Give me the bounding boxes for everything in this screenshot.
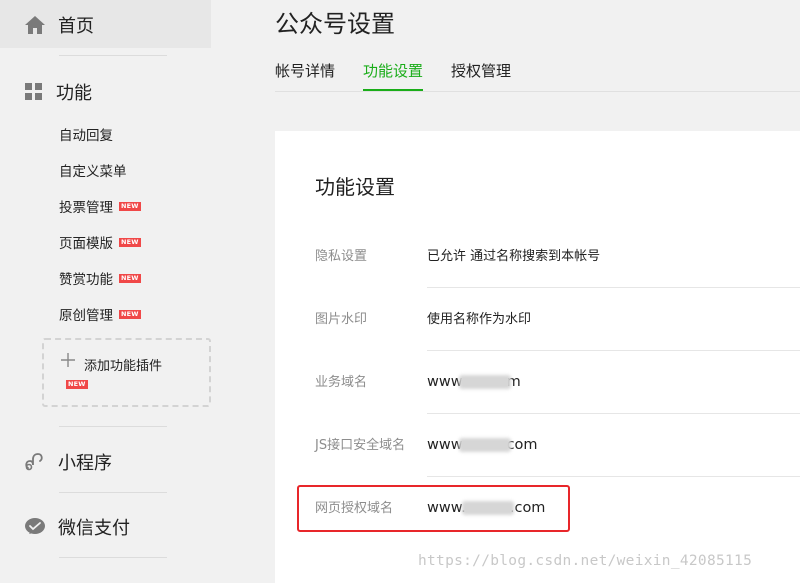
tab-authorization[interactable]: 授权管理 [451,60,511,91]
new-badge: NEW [119,273,141,283]
sidebar-item-miniprogram-label: 小程序 [58,453,112,474]
setting-label: 隐私设置 [315,249,368,264]
highlight-box [297,485,570,532]
sidebar-divider [59,426,167,427]
sidebar-item-auto-reply[interactable]: 自动回复 [59,124,113,144]
sidebar-item-miniprogram[interactable]: 小程序 [24,449,112,475]
sidebar-item-features-label: 功能 [56,83,92,104]
sidebar: 首页 功能 自动回复 自定义菜单 投票管理 NEW 页面模版 NEW 赞赏功能 … [0,0,212,583]
setting-value: www m [427,374,521,390]
new-badge: NEW [119,201,141,211]
sidebar-divider [59,55,167,56]
tab-account-details[interactable]: 帐号详情 [275,60,335,91]
grid-icon [24,82,44,102]
setting-row-js-domain: JS接口安全域名 www com [315,414,800,477]
plus-icon [60,352,76,368]
redacted-blur [458,375,511,389]
sidebar-item-label: 投票管理 [59,200,113,216]
setting-label: JS接口安全域名 [315,438,406,453]
wechat-pay-icon [24,517,46,537]
sidebar-item-label: 自定义菜单 [59,164,127,180]
panel-title: 功能设置 [315,175,395,199]
setting-label: 图片水印 [315,312,368,327]
setting-row-business-domain: 业务域名 www m [315,351,800,414]
sidebar-item-label: 原创管理 [59,308,113,324]
page-title: 公众号设置 [275,10,395,38]
setting-value: 使用名称作为水印 [427,312,532,327]
tab-feature-settings[interactable]: 功能设置 [363,60,424,91]
sidebar-item-features[interactable]: 功能 [24,79,92,105]
new-badge: NEW [119,237,141,247]
new-badge: NEW [66,380,88,389]
sidebar-item-wechat-pay[interactable]: 微信支付 [24,514,130,540]
sidebar-item-label: 页面模版 [59,236,113,252]
sidebar-item-label: 自动回复 [59,128,113,144]
sidebar-item-vote[interactable]: 投票管理 NEW [59,196,141,216]
tab-bar: 帐号详情 功能设置 授权管理 [275,52,800,92]
setting-row-privacy: 隐私设置 已允许 通过名称搜索到本帐号 [315,225,800,288]
sidebar-item-page-template[interactable]: 页面模版 NEW [59,232,141,252]
sidebar-item-home-label: 首页 [58,16,94,37]
sidebar-item-wechat-pay-label: 微信支付 [58,518,130,539]
sidebar-item-custom-menu[interactable]: 自定义菜单 [59,160,127,180]
setting-row-watermark: 图片水印 使用名称作为水印 [315,288,800,351]
mini-program-icon [24,451,46,473]
sidebar-divider [59,492,167,493]
redacted-blur [458,438,511,452]
sidebar-item-home[interactable]: 首页 [24,12,94,38]
new-badge: NEW [119,309,141,319]
add-plugin-label: 添加功能插件 [84,359,163,374]
sidebar-divider [59,557,167,558]
setting-value: www com [427,437,538,453]
sidebar-item-reward[interactable]: 赞赏功能 NEW [59,268,141,288]
add-plugin-button[interactable]: 添加功能插件 NEW [42,338,211,407]
setting-label: 业务域名 [315,375,368,390]
home-icon [24,15,46,35]
sidebar-item-label: 赞赏功能 [59,272,113,288]
setting-value: 已允许 通过名称搜索到本帐号 [427,249,601,264]
watermark-text: https://blog.csdn.net/weixin_42085115 [418,553,753,569]
sidebar-item-original[interactable]: 原创管理 NEW [59,304,141,324]
